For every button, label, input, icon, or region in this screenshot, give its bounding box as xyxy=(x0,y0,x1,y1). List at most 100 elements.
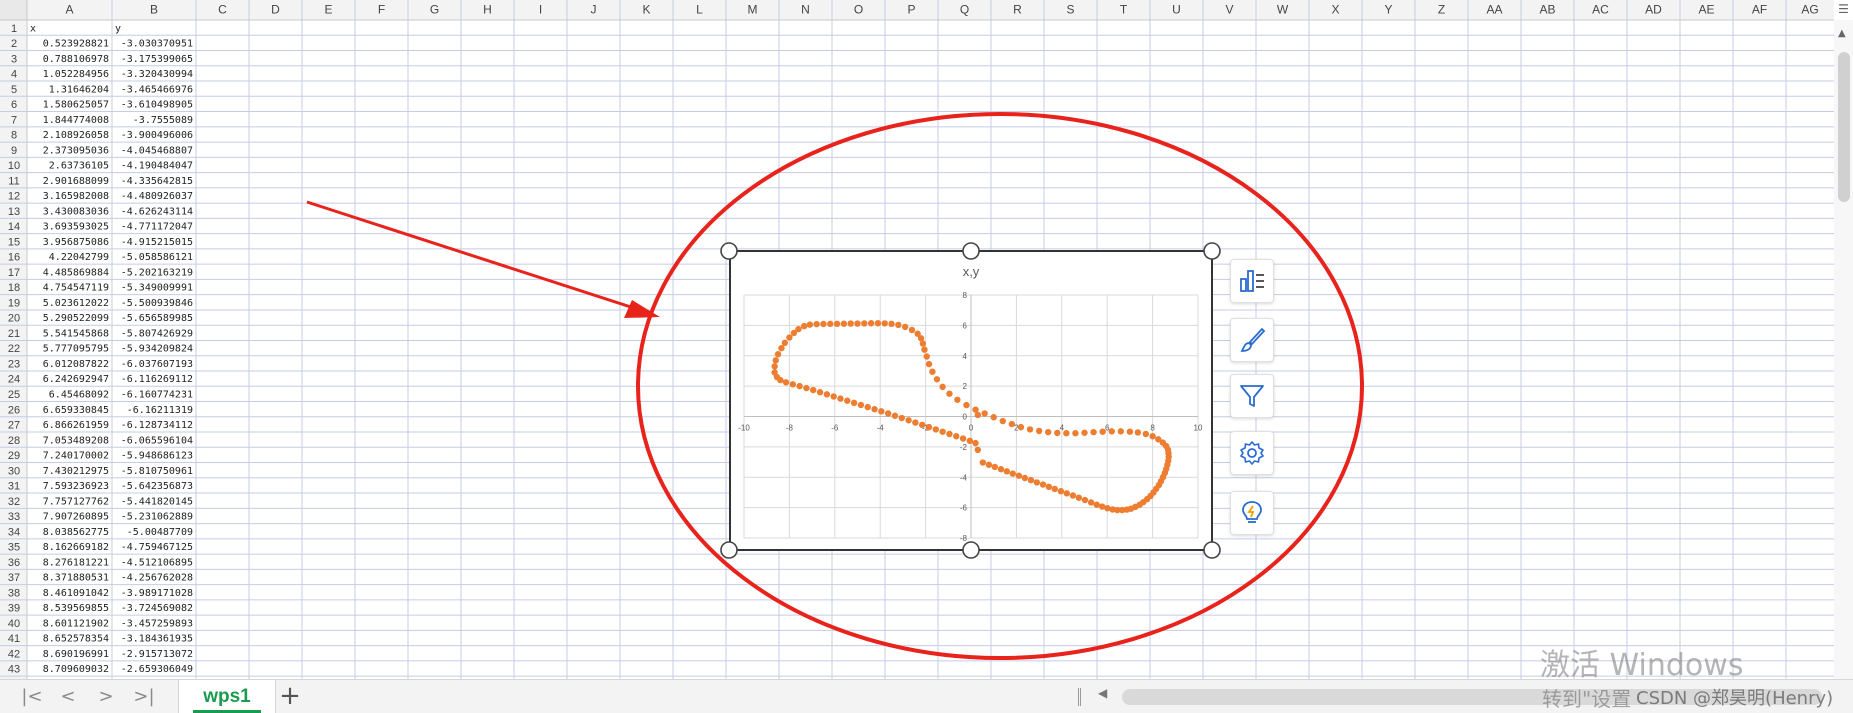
cell-y-value[interactable]: -5.441820145 xyxy=(121,496,193,507)
cell-y-value[interactable]: -3.7555089 xyxy=(133,115,193,126)
add-sheet-button[interactable]: + xyxy=(276,683,304,709)
cell-y-value[interactable]: -3.457259893 xyxy=(121,618,193,629)
cell-y-value[interactable]: -4.256762028 xyxy=(121,573,193,584)
row-header-40[interactable]: 40 xyxy=(8,618,20,630)
row-header-28[interactable]: 28 xyxy=(8,435,20,447)
cell-x-value[interactable]: 7.240170002 xyxy=(43,451,109,462)
row-header-3[interactable]: 3 xyxy=(11,53,17,65)
cell-y-value[interactable]: -5.00487709 xyxy=(127,527,193,538)
column-header-AF[interactable]: AF xyxy=(1752,3,1767,17)
cell-x-value[interactable]: 2.373095036 xyxy=(43,145,109,156)
cell-y-value[interactable]: -4.045468807 xyxy=(121,145,193,156)
row-header-15[interactable]: 15 xyxy=(8,236,20,248)
cell-y-value[interactable]: -3.610498905 xyxy=(121,100,193,111)
cell-y-value[interactable]: -4.771172047 xyxy=(121,222,193,233)
cell-y-value[interactable]: -5.810750961 xyxy=(121,466,193,477)
row-header-23[interactable]: 23 xyxy=(8,358,20,370)
column-header-AA[interactable]: AA xyxy=(1486,3,1502,17)
cell-x-value[interactable]: 6.866261959 xyxy=(43,420,109,431)
cell-x-value[interactable]: 8.371880531 xyxy=(43,573,109,584)
column-header-H[interactable]: H xyxy=(483,3,492,17)
cell-x-value[interactable]: 7.757127762 xyxy=(43,496,109,507)
cell-x-value[interactable]: 5.777095795 xyxy=(43,344,109,355)
cell-y-value[interactable]: -5.656589985 xyxy=(121,313,193,324)
column-header-AB[interactable]: AB xyxy=(1539,3,1555,17)
cell-y-value[interactable]: -5.349009991 xyxy=(121,283,193,294)
select-all-corner[interactable] xyxy=(0,0,27,20)
cell-x-value[interactable]: 8.709609032 xyxy=(43,664,109,675)
previous-sheet-icon[interactable]: < xyxy=(56,687,80,707)
cell-x-value[interactable]: 2.63736105 xyxy=(49,161,109,172)
column-header-K[interactable]: K xyxy=(642,3,650,17)
column-headers[interactable]: A B C D E F G H I J K L M N O P Q R S T U V W X Y Z AA AB AC AD AE AF AG xyxy=(0,0,1834,20)
column-header-M[interactable]: M xyxy=(748,3,758,17)
chart-filter-button[interactable] xyxy=(1230,374,1274,418)
cell-x-value[interactable]: 7.907260895 xyxy=(43,512,109,523)
cell-x-value[interactable]: 4.485869884 xyxy=(43,267,109,278)
chart-elements-button[interactable] xyxy=(1230,259,1274,303)
cell-x-value[interactable]: 1.052284956 xyxy=(43,69,109,80)
row-header-14[interactable]: 14 xyxy=(8,221,20,233)
scroll-left-icon[interactable]: ◀ xyxy=(1098,686,1107,700)
row-header-22[interactable]: 22 xyxy=(8,343,20,355)
cell-y-value[interactable]: -3.724569082 xyxy=(121,603,193,614)
cell-y-value[interactable]: -4.335642815 xyxy=(121,176,193,187)
cell-x-value[interactable]: 5.023612022 xyxy=(43,298,109,309)
scatter-chart[interactable]: x,y -10 -8 -6 -4 -2 0 2 4 6 8 10-8-6-4-202468 xyxy=(720,242,1221,559)
column-header-C[interactable]: C xyxy=(218,3,227,17)
cell-x-value[interactable]: 7.593236923 xyxy=(43,481,109,492)
row-header-18[interactable]: 18 xyxy=(8,282,20,294)
cell-y-value[interactable]: -4.190484047 xyxy=(121,161,193,172)
cell-y-value[interactable]: -5.500939846 xyxy=(121,298,193,309)
cell-y-value[interactable]: -6.037607193 xyxy=(121,359,193,370)
cell-x-value[interactable]: 8.690196991 xyxy=(43,649,109,660)
cell-y-value[interactable]: -3.465466976 xyxy=(121,84,193,95)
row-header-41[interactable]: 41 xyxy=(8,633,20,645)
cell-x-value[interactable]: 3.956875086 xyxy=(43,237,109,248)
cell-y-value[interactable]: -6.116269112 xyxy=(121,374,193,385)
cell-y-value[interactable]: -5.202163219 xyxy=(121,267,193,278)
chart-ideas-button[interactable] xyxy=(1230,491,1274,535)
chart-resize-handle-top-right[interactable] xyxy=(1203,242,1221,260)
column-header-E[interactable]: E xyxy=(324,3,332,17)
sheet-options-icon[interactable]: ☰ xyxy=(1834,2,1853,18)
cell-x-value[interactable]: 7.053489208 xyxy=(43,435,109,446)
cell-y-value[interactable]: -6.065596104 xyxy=(121,435,193,446)
cell-x-value[interactable]: 4.754547119 xyxy=(43,283,109,294)
next-sheet-icon[interactable]: > xyxy=(94,687,118,707)
cell-y-value[interactable]: -2.659306049 xyxy=(121,664,193,675)
cell-y-value[interactable]: -3.175399065 xyxy=(121,54,193,65)
row-header-6[interactable]: 6 xyxy=(11,99,17,111)
column-header-Y[interactable]: Y xyxy=(1384,3,1392,17)
row-header-36[interactable]: 36 xyxy=(8,557,20,569)
column-header-X[interactable]: X xyxy=(1331,3,1339,17)
row-header-30[interactable]: 30 xyxy=(8,465,20,477)
chart-style-button[interactable] xyxy=(1230,318,1274,362)
column-header-L[interactable]: L xyxy=(696,3,703,17)
column-header-J[interactable]: J xyxy=(591,3,597,17)
column-header-F[interactable]: F xyxy=(378,3,385,17)
cell-x-value[interactable]: 0.523928821 xyxy=(43,39,109,50)
cell-y-value[interactable]: -4.915215015 xyxy=(121,237,193,248)
cell-y-value[interactable]: -5.934209824 xyxy=(121,344,193,355)
cell-x-value[interactable]: 6.659330845 xyxy=(43,405,109,416)
cell-y-value[interactable]: -6.16211319 xyxy=(127,405,193,416)
spreadsheet-grid[interactable]: A B C D E F G H I J K L M N O P Q R S T U V W X Y Z AA AB AC AD AE AF AG… xyxy=(0,0,1853,713)
cell-y-value[interactable]: -5.807426929 xyxy=(121,328,193,339)
row-header-42[interactable]: 42 xyxy=(8,648,20,660)
cell-x-value[interactable]: 5.290522099 xyxy=(43,313,109,324)
last-sheet-icon[interactable]: >| xyxy=(132,687,156,707)
cell-y-value[interactable]: -3.989171028 xyxy=(121,588,193,599)
column-header-AG[interactable]: AG xyxy=(1801,3,1818,17)
row-header-19[interactable]: 19 xyxy=(8,297,20,309)
sheet-tab-wps1[interactable]: wps1 xyxy=(178,680,276,713)
cell-x-value[interactable]: 2.901688099 xyxy=(43,176,109,187)
column-header-D[interactable]: D xyxy=(271,3,280,17)
column-header-A[interactable]: A xyxy=(65,3,73,17)
row-header-16[interactable]: 16 xyxy=(8,252,20,264)
cell-x-value[interactable]: 3.430083036 xyxy=(43,206,109,217)
cell-y-value[interactable]: -6.160774231 xyxy=(121,390,193,401)
cell-x-value[interactable]: 1.31646204 xyxy=(49,84,109,95)
column-header-O[interactable]: O xyxy=(854,3,863,17)
row-header-10[interactable]: 10 xyxy=(8,160,20,172)
